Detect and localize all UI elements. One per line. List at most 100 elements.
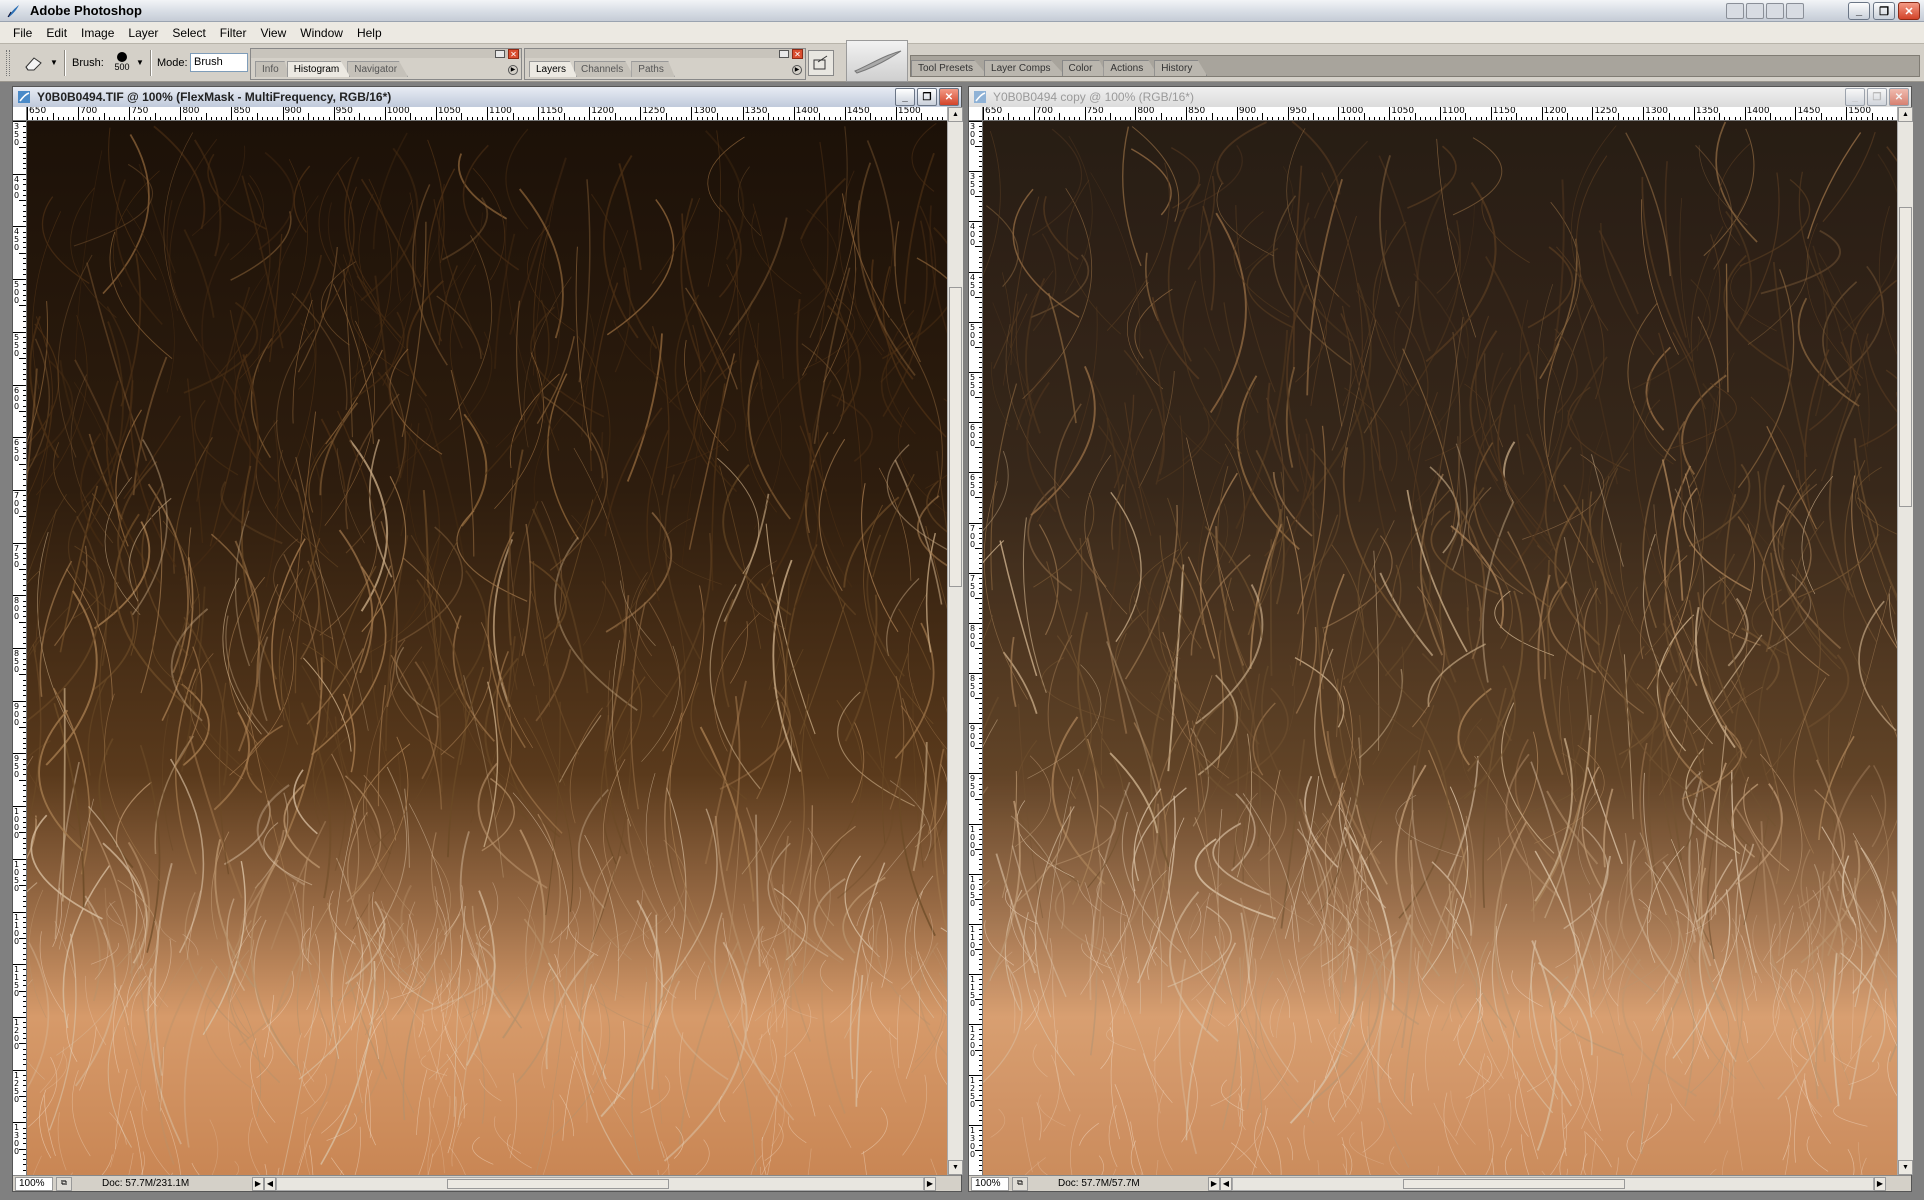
app-close-button[interactable]: ✕: [1898, 2, 1920, 20]
scroll-thumb[interactable]: [447, 1178, 669, 1189]
tab-info[interactable]: Info: [255, 61, 290, 77]
ruler-minor-tick: [23, 958, 26, 960]
scroll-up-icon[interactable]: ▲: [1898, 107, 1913, 122]
ruler-tick: [1744, 107, 1746, 120]
window-icon[interactable]: [1766, 3, 1784, 19]
vertical-ruler[interactable]: 350 400 450 500 550 600 650 700 750 800 850 900 950 1…: [13, 121, 27, 1175]
vertical-scrollbar[interactable]: ▲ ▼: [947, 107, 963, 1175]
image-canvas[interactable]: [27, 121, 947, 1175]
ruler-label: 1150: [1492, 107, 1516, 116]
ruler-minor-tick: [979, 1029, 982, 1031]
ruler-minor-tick: [23, 321, 26, 323]
scroll-down-icon[interactable]: ▼: [948, 1160, 963, 1175]
document-title-bar[interactable]: Y0B0B0494 copy @ 100% (RGB/16*) _ ❐ ✕: [969, 87, 1911, 107]
brush-preview[interactable]: 500: [110, 50, 134, 78]
adobe-online-feather-icon[interactable]: [846, 40, 908, 82]
scroll-thumb[interactable]: [1403, 1178, 1625, 1189]
ruler-origin[interactable]: [13, 107, 27, 121]
horizontal-ruler[interactable]: 650 700 750 800 850 900 950 1000 1050 1100 1150 120…: [983, 107, 1897, 121]
palette-menu-icon[interactable]: ▶: [508, 65, 518, 75]
options-grip[interactable]: [6, 50, 10, 76]
ruler-minor-tick: [1445, 117, 1447, 120]
status-menu-arrow-icon[interactable]: ▶: [252, 1176, 264, 1191]
scroll-right-icon[interactable]: ▶: [924, 1176, 936, 1191]
zoom-field[interactable]: 100%: [15, 1176, 53, 1191]
scroll-left-icon[interactable]: ◀: [264, 1176, 276, 1191]
ruler-minor-tick: [23, 405, 26, 407]
tool-preset-arrow-icon[interactable]: ▼: [50, 58, 58, 67]
screen-icon[interactable]: [1746, 3, 1764, 19]
ruler-minor-tick: [979, 1094, 982, 1096]
scroll-thumb[interactable]: [1899, 207, 1912, 507]
menu-filter[interactable]: Filter: [213, 26, 254, 40]
tab-layers[interactable]: Layers: [529, 61, 578, 77]
ruler-minor-tick: [1790, 117, 1792, 120]
ruler-minor-tick: [1064, 117, 1066, 120]
status-icon[interactable]: ⧉: [1012, 1176, 1028, 1191]
document-title-bar[interactable]: Y0B0B0494.TIF @ 100% (FlexMask - MultiFr…: [13, 87, 961, 107]
ruler-minor-tick: [979, 828, 982, 830]
doc-maximize-button[interactable]: ❐: [1867, 88, 1887, 106]
menu-view[interactable]: View: [253, 26, 293, 40]
tab-history[interactable]: History: [1154, 60, 1208, 76]
menu-select[interactable]: Select: [165, 26, 212, 40]
document-window-2[interactable]: Y0B0B0494 copy @ 100% (RGB/16*) _ ❐ ✕ 65…: [968, 86, 1913, 1192]
doc-minimize-button[interactable]: _: [1845, 88, 1865, 106]
eraser-icon[interactable]: [22, 54, 46, 72]
horizontal-scrollbar[interactable]: [276, 1176, 924, 1191]
app-minimize-button[interactable]: _: [1848, 2, 1870, 20]
ruler-minor-tick: [1739, 117, 1741, 120]
scroll-right-icon[interactable]: ▶: [1874, 1176, 1886, 1191]
horizontal-ruler[interactable]: 650 700 750 800 850 900 950 1000 1050 1100 1150 120…: [27, 107, 947, 121]
palette-header[interactable]: [525, 49, 805, 58]
palette-header[interactable]: [251, 49, 521, 58]
vertical-scrollbar[interactable]: ▲ ▼: [1897, 107, 1913, 1175]
palette-close-icon[interactable]: ✕: [508, 49, 519, 59]
palette-minimize-icon[interactable]: [495, 50, 505, 58]
document-window-1[interactable]: Y0B0B0494.TIF @ 100% (FlexMask - MultiFr…: [12, 86, 963, 1192]
brush-picker-arrow-icon[interactable]: ▼: [136, 58, 144, 67]
status-menu-arrow-icon[interactable]: ▶: [1208, 1176, 1220, 1191]
palette-minimize-icon[interactable]: [779, 50, 789, 58]
vertical-ruler[interactable]: 300 350 400 450 500 550 600 650 700 750 800 850 900 9…: [969, 121, 983, 1175]
menu-image[interactable]: Image: [74, 26, 121, 40]
menu-file[interactable]: File: [6, 26, 39, 40]
ruler-label: 1100: [970, 925, 976, 959]
tab-paths[interactable]: Paths: [631, 61, 675, 77]
tab-layer-comps[interactable]: Layer Comps: [984, 60, 1066, 76]
file-browser-icon[interactable]: [808, 50, 834, 76]
ruler-minor-tick: [1851, 117, 1853, 120]
tab-navigator[interactable]: Navigator: [347, 61, 409, 77]
record-icon[interactable]: [1726, 3, 1744, 19]
settings-icon[interactable]: [1786, 3, 1804, 19]
menu-window[interactable]: Window: [293, 26, 350, 40]
doc-close-button[interactable]: ✕: [1889, 88, 1909, 106]
ruler-label: 1350: [744, 107, 768, 116]
horizontal-scrollbar[interactable]: [1232, 1176, 1874, 1191]
tab-channels[interactable]: Channels: [574, 61, 635, 77]
scroll-down-icon[interactable]: ▼: [1898, 1160, 1913, 1175]
menu-help[interactable]: Help: [350, 26, 389, 40]
tab-actions[interactable]: Actions: [1103, 60, 1159, 76]
tab-histogram[interactable]: Histogram: [286, 61, 351, 77]
mode-select[interactable]: Brush: [190, 53, 248, 72]
menu-layer[interactable]: Layer: [121, 26, 165, 40]
image-canvas[interactable]: [983, 121, 1897, 1175]
zoom-field[interactable]: 100%: [971, 1176, 1009, 1191]
palette-close-icon[interactable]: ✕: [792, 49, 803, 59]
tab-tool-presets[interactable]: Tool Presets: [911, 60, 989, 76]
app-restore-button[interactable]: ❐: [1873, 2, 1895, 20]
doc-close-button[interactable]: ✕: [939, 88, 959, 106]
status-icon[interactable]: ⧉: [56, 1176, 72, 1191]
ruler-tick: [538, 107, 540, 120]
scroll-up-icon[interactable]: ▲: [948, 107, 963, 122]
tab-color[interactable]: Color: [1061, 60, 1108, 76]
scroll-left-icon[interactable]: ◀: [1220, 1176, 1232, 1191]
doc-minimize-button[interactable]: _: [895, 88, 915, 106]
ruler-label: 900: [970, 724, 976, 750]
ruler-origin[interactable]: [969, 107, 983, 121]
scroll-thumb[interactable]: [949, 287, 962, 587]
menu-edit[interactable]: Edit: [39, 26, 74, 40]
doc-maximize-button[interactable]: ❐: [917, 88, 937, 106]
palette-menu-icon[interactable]: ▶: [792, 65, 802, 75]
